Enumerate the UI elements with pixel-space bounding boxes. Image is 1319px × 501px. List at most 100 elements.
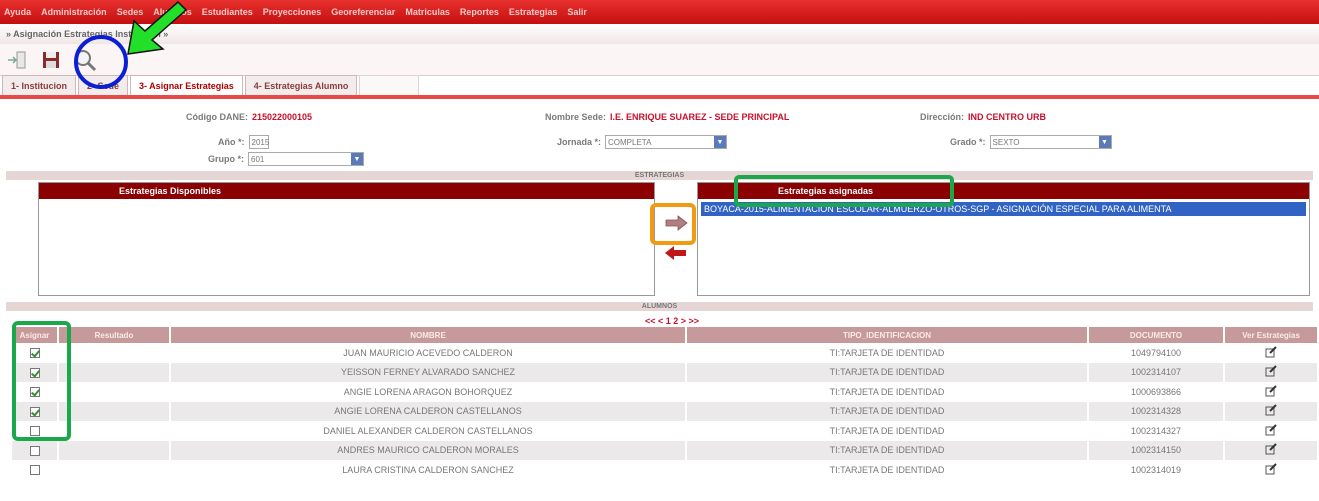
asignar-cell [12, 421, 59, 441]
jornada-select[interactable]: COMPLETA ▼ [605, 135, 728, 149]
asignar-checkbox[interactable] [29, 367, 40, 378]
tipo-cell: TI:TARJETA DE IDENTIDAD [686, 421, 1089, 441]
edit-icon[interactable] [1265, 463, 1277, 477]
tab-blank [359, 75, 420, 95]
menu-item[interactable]: Salir [567, 7, 587, 17]
menu-item[interactable]: Reportes [460, 7, 499, 17]
jornada-select-value: COMPLETA [608, 137, 652, 147]
ver-estrategias-cell [1224, 460, 1319, 480]
tab-bar: 1- Institucion 2- Sede 3- Asignar Estrat… [0, 75, 1319, 99]
menu-item[interactable]: Sedes [117, 7, 144, 17]
resultado-cell [58, 440, 171, 461]
asignar-cell [12, 460, 59, 480]
move-left-button[interactable] [663, 244, 689, 262]
resultado-cell [58, 362, 171, 383]
documento-cell: 1002314327 [1088, 421, 1225, 441]
move-right-button[interactable] [663, 214, 689, 232]
col-tipo-identificacion: TIPO_IDENTIFICACION [686, 327, 1089, 343]
nombre-sede-value: I.E. ENRIQUE SUAREZ - SEDE PRINCIPAL [610, 112, 790, 122]
edit-icon[interactable] [1265, 443, 1277, 457]
menu-item[interactable]: Estrategias [509, 7, 558, 17]
tab-sede[interactable]: 2- Sede [78, 75, 129, 95]
asignar-checkbox[interactable] [29, 406, 40, 417]
codigo-dane-value: 215022000105 [252, 112, 313, 122]
save-icon[interactable] [38, 47, 64, 73]
chevron-down-icon: ▼ [1098, 136, 1111, 148]
section-estrategias: ESTRATEGIAS [6, 171, 1313, 180]
search-icon[interactable] [72, 47, 98, 73]
grupo-select-value: 601 [251, 154, 265, 164]
resultado-cell [58, 421, 171, 441]
table-row: ANDRES MAURICO CALDERON MORALES TI:TARJET… [12, 440, 1319, 461]
documento-cell: 1049794100 [1088, 343, 1225, 363]
edit-icon[interactable] [1265, 365, 1277, 379]
asignar-cell [12, 440, 59, 461]
menu-item[interactable]: Proyecciones [263, 7, 322, 17]
menu-item[interactable]: Georeferenciar [331, 7, 395, 17]
ver-estrategias-cell [1224, 362, 1319, 383]
pager[interactable]: << < 1 2 > >> [645, 316, 699, 326]
jornada-row: Jornada *: COMPLETA ▼ [557, 133, 728, 151]
grupo-select[interactable]: 601 ▼ [248, 152, 364, 166]
estrategias-disponibles-title: Estrategias Disponibles [39, 183, 654, 199]
col-resultado: Resultado [58, 327, 171, 343]
students-table: Asignar Resultado NOMBRE TIPO_IDENTIFICA… [12, 327, 1319, 480]
menu-item[interactable]: Ayuda [4, 7, 31, 17]
tipo-cell: TI:TARJETA DE IDENTIDAD [686, 382, 1089, 402]
direccion-label: Dirección: [920, 112, 965, 122]
chevron-down-icon: ▼ [714, 136, 727, 148]
breadcrumb: » Asignación Estrategias Institución » [0, 24, 1319, 44]
grado-select[interactable]: SEXTO ▼ [989, 135, 1112, 149]
edit-icon[interactable] [1265, 424, 1277, 438]
asignar-cell [12, 382, 59, 402]
grupo-label: Grupo *: [208, 154, 244, 164]
tipo-cell: TI:TARJETA DE IDENTIDAD [686, 440, 1089, 461]
table-header-row: Asignar Resultado NOMBRE TIPO_IDENTIFICA… [12, 327, 1319, 343]
resultado-cell [58, 401, 171, 422]
documento-cell: 1002314328 [1088, 401, 1225, 422]
jornada-label: Jornada *: [557, 137, 602, 147]
nombre-sede-label: Nombre Sede: [545, 112, 607, 122]
tab-asignar-estrategias[interactable]: 3- Asignar Estrategias [130, 75, 243, 95]
tab-estrategias-alumno[interactable]: 4- Estrategias Alumno [244, 75, 358, 95]
ver-estrategias-cell [1224, 421, 1319, 441]
asignar-cell [12, 362, 59, 383]
estrategias-asignadas-title: Estrategias asignadas [698, 183, 1309, 199]
edit-icon[interactable] [1265, 404, 1277, 418]
estrategias-disponibles-box[interactable]: Estrategias Disponibles [38, 182, 655, 296]
resultado-cell [58, 343, 171, 363]
arrow-right-icon [665, 215, 688, 231]
estrategias-asignadas-box[interactable]: Estrategias asignadas BOYACA-2015-ALIMEN… [697, 182, 1310, 296]
asignar-checkbox[interactable] [29, 347, 40, 358]
documento-cell: 1002314150 [1088, 440, 1225, 461]
menu-item[interactable]: Administración [41, 7, 107, 17]
tab-institucion[interactable]: 1- Institucion [2, 75, 76, 95]
nombre-cell: ANGIE LORENA ARAGON BOHORQUEZ [170, 382, 687, 402]
menu-item[interactable]: Matriculas [405, 7, 450, 17]
asignar-checkbox[interactable] [29, 465, 40, 476]
enter-icon[interactable] [4, 47, 30, 73]
grupo-row: Grupo *: 601 ▼ [208, 150, 364, 168]
chevron-down-icon: ▼ [351, 153, 363, 165]
menu-item[interactable]: Estudiantes [202, 7, 253, 17]
menu-item[interactable]: Alumnos [153, 7, 192, 17]
section-alumnos: ALUMNOS [6, 302, 1313, 311]
edit-icon[interactable] [1265, 345, 1277, 360]
nombre-cell: ANGIE LORENA CALDERON CASTELLANOS [170, 401, 687, 422]
tipo-cell: TI:TARJETA DE IDENTIDAD [686, 343, 1089, 363]
assigned-strategy-item[interactable]: BOYACA-2015-ALIMENTACION ESCOLAR-ALMUERZ… [701, 202, 1306, 216]
table-row: DANIEL ALEXANDER CALDERON CASTELLANOS TI:… [12, 421, 1319, 441]
nombre-cell: LAURA CRISTINA CALDERON SANCHEZ [170, 460, 687, 480]
col-documento: DOCUMENTO [1088, 327, 1225, 343]
table-row: ANGIE LORENA ARAGON BOHORQUEZ TI:TARJETA … [12, 382, 1319, 402]
nombre-cell: DANIEL ALEXANDER CALDERON CASTELLANOS [170, 421, 687, 441]
codigo-dane-label: Código DANE: [186, 112, 248, 122]
edit-icon[interactable] [1265, 385, 1277, 399]
asignar-checkbox[interactable] [29, 445, 40, 456]
asignar-checkbox[interactable] [29, 387, 40, 398]
arrow-left-icon [665, 246, 686, 260]
direccion-row: Dirección: IND CENTRO URB [920, 108, 1046, 126]
asignar-checkbox[interactable] [29, 426, 40, 437]
anio-input[interactable]: 2015 [248, 135, 269, 149]
grado-label: Grado *: [950, 137, 986, 147]
